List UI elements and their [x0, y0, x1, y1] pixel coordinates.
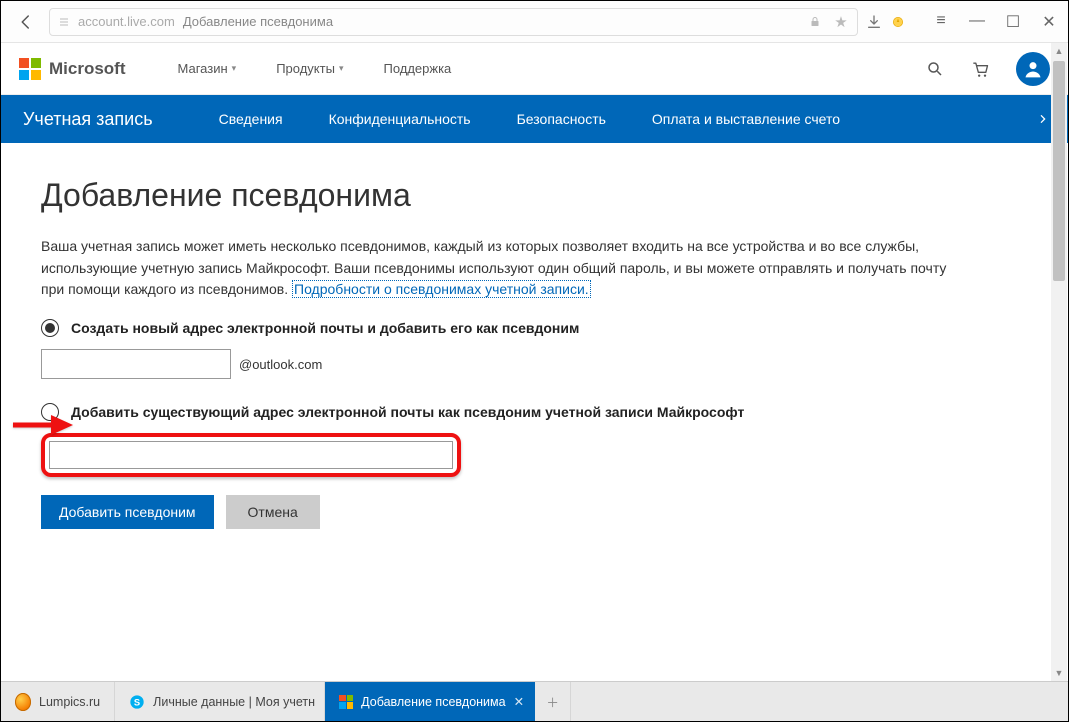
chevron-down-icon: ▾ [339, 63, 344, 74]
skype-icon: S [129, 694, 145, 710]
cancel-button[interactable]: Отмена [226, 495, 320, 529]
logo-icon [19, 58, 41, 80]
option-add-existing-label: Добавить существующий адрес электронной … [71, 404, 744, 420]
microsoft-header: Microsoft Магазин▾ Продукты▾ Поддержка [1, 43, 1068, 95]
existing-email-input[interactable] [49, 441, 453, 469]
lock-icon [807, 14, 823, 30]
option-create-new-label: Создать новый адрес электронной почты и … [71, 320, 579, 336]
taskbar-tab-skype[interactable]: S Личные данные | Моя учетн [115, 682, 325, 721]
vertical-scrollbar[interactable]: ▲ ▼ [1051, 43, 1067, 681]
arrow-annotation [11, 413, 75, 442]
subnav-brand[interactable]: Учетная запись [23, 109, 153, 130]
account-avatar[interactable] [1016, 52, 1050, 86]
url-title: Добавление псевдонима [183, 14, 333, 29]
nav-support[interactable]: Поддержка [383, 61, 451, 76]
star-icon[interactable]: ★ [833, 14, 849, 30]
close-icon[interactable]: ✕ [514, 694, 524, 709]
minimize-button[interactable]: — [968, 12, 986, 32]
new-email-input[interactable] [41, 349, 231, 379]
learn-more-link[interactable]: Подробности о псевдонимах учетной записи… [292, 280, 591, 298]
microsoft-icon [339, 694, 353, 710]
extension-icon[interactable] [890, 14, 906, 30]
svg-text:S: S [134, 697, 140, 707]
nav-products[interactable]: Продукты▾ [276, 61, 343, 76]
new-email-row: @outlook.com [41, 349, 1028, 379]
action-buttons: Добавить псевдоним Отмена [41, 495, 1028, 529]
maximize-button[interactable]: ☐ [1004, 12, 1022, 32]
close-button[interactable]: ✕ [1040, 12, 1058, 32]
top-nav: Магазин▾ Продукты▾ Поддержка [178, 61, 452, 76]
scroll-down-icon[interactable]: ▼ [1051, 665, 1067, 681]
intro-text: Ваша учетная запись может иметь нескольк… [41, 236, 961, 301]
site-info-icon [58, 16, 70, 28]
cart-icon[interactable] [970, 59, 990, 79]
browser-toolbar: account.live.com Добавление псевдонима ★… [1, 1, 1068, 43]
subnav-billing[interactable]: Оплата и выставление счето [652, 111, 840, 127]
option-create-new[interactable]: Создать новый адрес электронной почты и … [41, 319, 1028, 337]
nav-store[interactable]: Магазин▾ [178, 61, 237, 76]
taskbar-tab-lumpics[interactable]: Lumpics.ru [1, 682, 115, 721]
scroll-up-icon[interactable]: ▲ [1051, 43, 1067, 59]
taskbar-tab-active[interactable]: Добавление псевдонима ✕ [325, 682, 535, 721]
highlight-annotation [41, 433, 461, 477]
download-icon[interactable] [866, 14, 882, 30]
logo-text: Microsoft [49, 59, 126, 79]
microsoft-logo[interactable]: Microsoft [19, 58, 126, 80]
new-tab-button[interactable]: ＋ [535, 682, 571, 721]
lumpics-icon [15, 694, 31, 710]
account-subnav: Учетная запись Сведения Конфиденциальнос… [1, 95, 1068, 143]
taskbar: Lumpics.ru S Личные данные | Моя учетн Д… [1, 681, 1068, 721]
chevron-down-icon: ▾ [232, 63, 237, 74]
radio-create-new[interactable] [41, 319, 59, 337]
search-icon[interactable] [926, 60, 944, 78]
main-content: Добавление псевдонима Ваша учетная запис… [1, 143, 1068, 563]
subnav-privacy[interactable]: Конфиденциальность [329, 111, 471, 127]
address-bar[interactable]: account.live.com Добавление псевдонима ★ [49, 8, 858, 36]
option-add-existing[interactable]: Добавить существующий адрес электронной … [41, 403, 1028, 421]
email-suffix: @outlook.com [239, 357, 322, 372]
back-button[interactable] [11, 7, 41, 37]
subnav-security[interactable]: Безопасность [517, 111, 606, 127]
url-domain: account.live.com [78, 14, 175, 29]
scroll-thumb[interactable] [1053, 61, 1065, 281]
menu-button[interactable]: ≡ [932, 12, 950, 32]
window-controls: ≡ — ☐ ✕ [932, 12, 1058, 32]
page-title: Добавление псевдонима [41, 177, 1028, 214]
subnav-info[interactable]: Сведения [219, 111, 283, 127]
add-alias-button[interactable]: Добавить псевдоним [41, 495, 214, 529]
